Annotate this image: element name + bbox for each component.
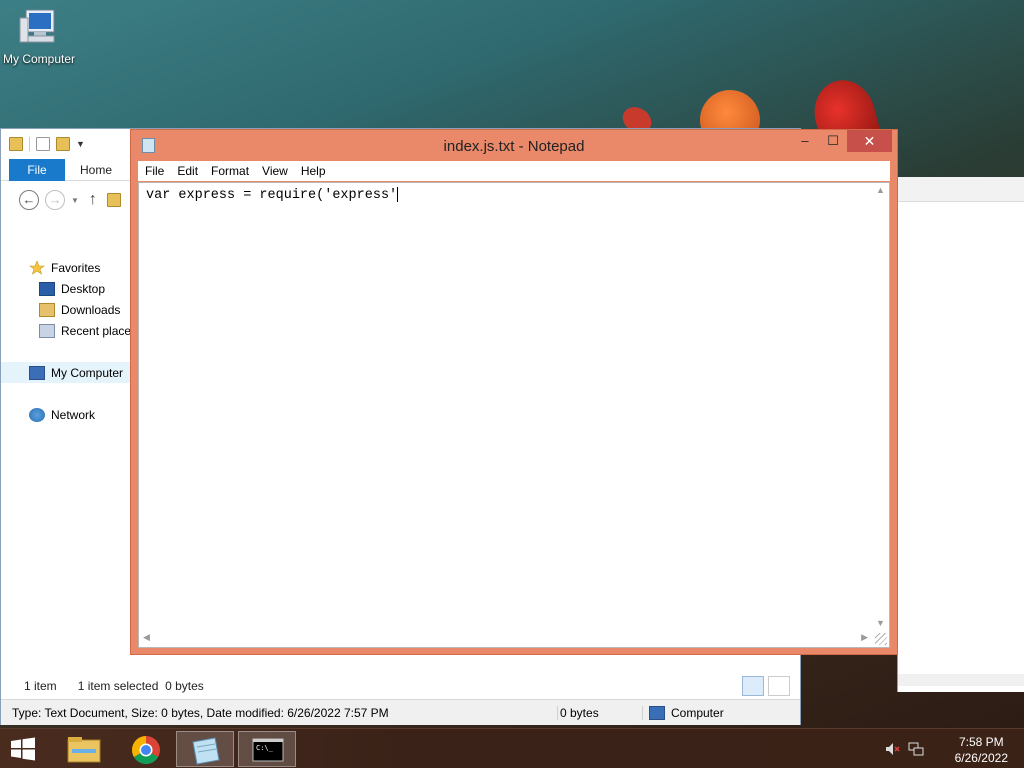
sidebar-item-label: Favorites (51, 260, 101, 275)
start-icon (11, 737, 35, 761)
chrome-icon (132, 736, 160, 764)
sidebar-item-label: Downloads (61, 302, 121, 317)
start-button[interactable] (8, 737, 38, 761)
desktop-icon-label: My Computer (2, 52, 76, 66)
taskbar-file-explorer[interactable] (54, 731, 112, 767)
menu-help[interactable]: Help (294, 164, 332, 178)
menu-view[interactable]: View (255, 164, 294, 178)
forward-icon[interactable]: → (45, 190, 65, 210)
sidebar-item-label: Network (51, 407, 96, 422)
downloads-icon (39, 302, 55, 317)
window-title: index.js.txt - Notepad (443, 138, 585, 155)
item-count: 1 item (24, 679, 57, 693)
menu-format[interactable]: Format (204, 164, 255, 178)
scroll-down-icon[interactable]: ▼ (876, 618, 885, 628)
customize-dropdown-icon[interactable]: ▼ (76, 139, 85, 149)
recent-places-icon (39, 323, 55, 338)
editor-content[interactable]: var express = require('express' (146, 187, 399, 203)
computer-icon (649, 705, 665, 720)
system-tray: 7:58 PM 6/26/2022 (884, 729, 1024, 768)
notepad-icon (192, 737, 220, 765)
menu-bar: File Edit Format View Help (138, 161, 890, 181)
star-icon (29, 259, 45, 275)
back-icon[interactable]: ← (19, 190, 39, 210)
selection-info: 1 item selected 0 bytes (77, 679, 204, 693)
file-explorer-icon (67, 737, 101, 763)
notepad-window[interactable]: index.js.txt - Notepad – ☐ ✕ File Edit F… (130, 129, 898, 655)
clock-date: 6/26/2022 (954, 751, 1008, 765)
resize-grip-icon[interactable] (875, 633, 887, 645)
horizontal-scrollbar[interactable]: ◀ ▶ (139, 630, 872, 647)
volume-muted-icon[interactable] (884, 741, 900, 757)
taskbar: C:\_ 7:58 PM 6/26/2022 (0, 728, 1024, 768)
maximize-button[interactable]: ☐ (820, 130, 846, 152)
scroll-left-icon[interactable]: ◀ (143, 632, 150, 643)
details-view-icon[interactable] (742, 676, 764, 696)
navigation-pane: Favorites Desktop Downloads Recent place… (1, 257, 137, 425)
minimize-button[interactable]: – (792, 130, 818, 152)
explorer-status-bar: 1 item 1 item selected 0 bytes (1, 675, 800, 697)
properties-icon[interactable] (36, 137, 50, 151)
taskbar-command-prompt[interactable]: C:\_ (238, 731, 296, 767)
tab-home[interactable]: Home (65, 159, 127, 181)
network-icon (29, 407, 45, 422)
folder-icon (106, 193, 121, 207)
sidebar-item-my-computer[interactable]: My Computer (1, 362, 131, 383)
scroll-right-icon[interactable]: ▶ (861, 632, 868, 643)
sidebar-item-downloads[interactable]: Downloads (1, 299, 131, 320)
file-details: Type: Text Document, Size: 0 bytes, Date… (12, 705, 389, 720)
text-editor-area[interactable]: var express = require('express' ▲ ▼ ◀ ▶ (138, 182, 890, 648)
desktop-icon-my-computer[interactable]: My Computer (0, 8, 78, 66)
desktop-icon (39, 281, 55, 296)
file-size: 0 bytes (557, 705, 642, 720)
taskbar-notepad[interactable] (176, 731, 234, 767)
up-arrow-icon[interactable]: ↑ (85, 191, 101, 209)
large-icons-view-icon[interactable] (768, 676, 790, 696)
svg-text:C:\_: C:\_ (256, 744, 274, 752)
background-window (897, 177, 1024, 692)
text-caret (397, 187, 399, 202)
location-info: Computer (642, 705, 724, 720)
recent-locations-icon[interactable]: ▼ (71, 196, 79, 205)
explorer-details-bar: Type: Text Document, Size: 0 bytes, Date… (1, 699, 800, 725)
close-button[interactable]: ✕ (847, 130, 892, 152)
system-clock[interactable]: 7:58 PM 6/26/2022 (955, 734, 1008, 766)
sidebar-item-desktop[interactable]: Desktop (1, 278, 131, 299)
command-prompt-icon: C:\_ (252, 738, 284, 762)
menu-file[interactable]: File (138, 164, 170, 178)
tab-file[interactable]: File (9, 158, 65, 181)
network-status-icon[interactable] (908, 741, 924, 757)
clock-time: 7:58 PM (958, 735, 1004, 749)
new-folder-icon[interactable] (56, 137, 70, 151)
menu-edit[interactable]: Edit (170, 164, 204, 178)
sidebar-item-favorites[interactable]: Favorites (1, 257, 131, 278)
folder-icon (9, 137, 23, 151)
taskbar-chrome[interactable] (116, 731, 174, 767)
computer-icon (29, 365, 45, 380)
computer-icon (18, 8, 60, 48)
notepad-title-bar[interactable]: index.js.txt - Notepad – ☐ ✕ (131, 130, 897, 161)
sidebar-item-label: Desktop (61, 281, 106, 296)
sidebar-item-recent-places[interactable]: Recent places (1, 320, 137, 341)
sidebar-item-label: My Computer (51, 365, 124, 380)
scroll-up-icon[interactable]: ▲ (876, 185, 885, 195)
sidebar-item-network[interactable]: Network (1, 404, 131, 425)
vertical-scrollbar[interactable]: ▲ ▼ (872, 183, 889, 630)
sidebar-item-label: Recent places (61, 323, 138, 338)
